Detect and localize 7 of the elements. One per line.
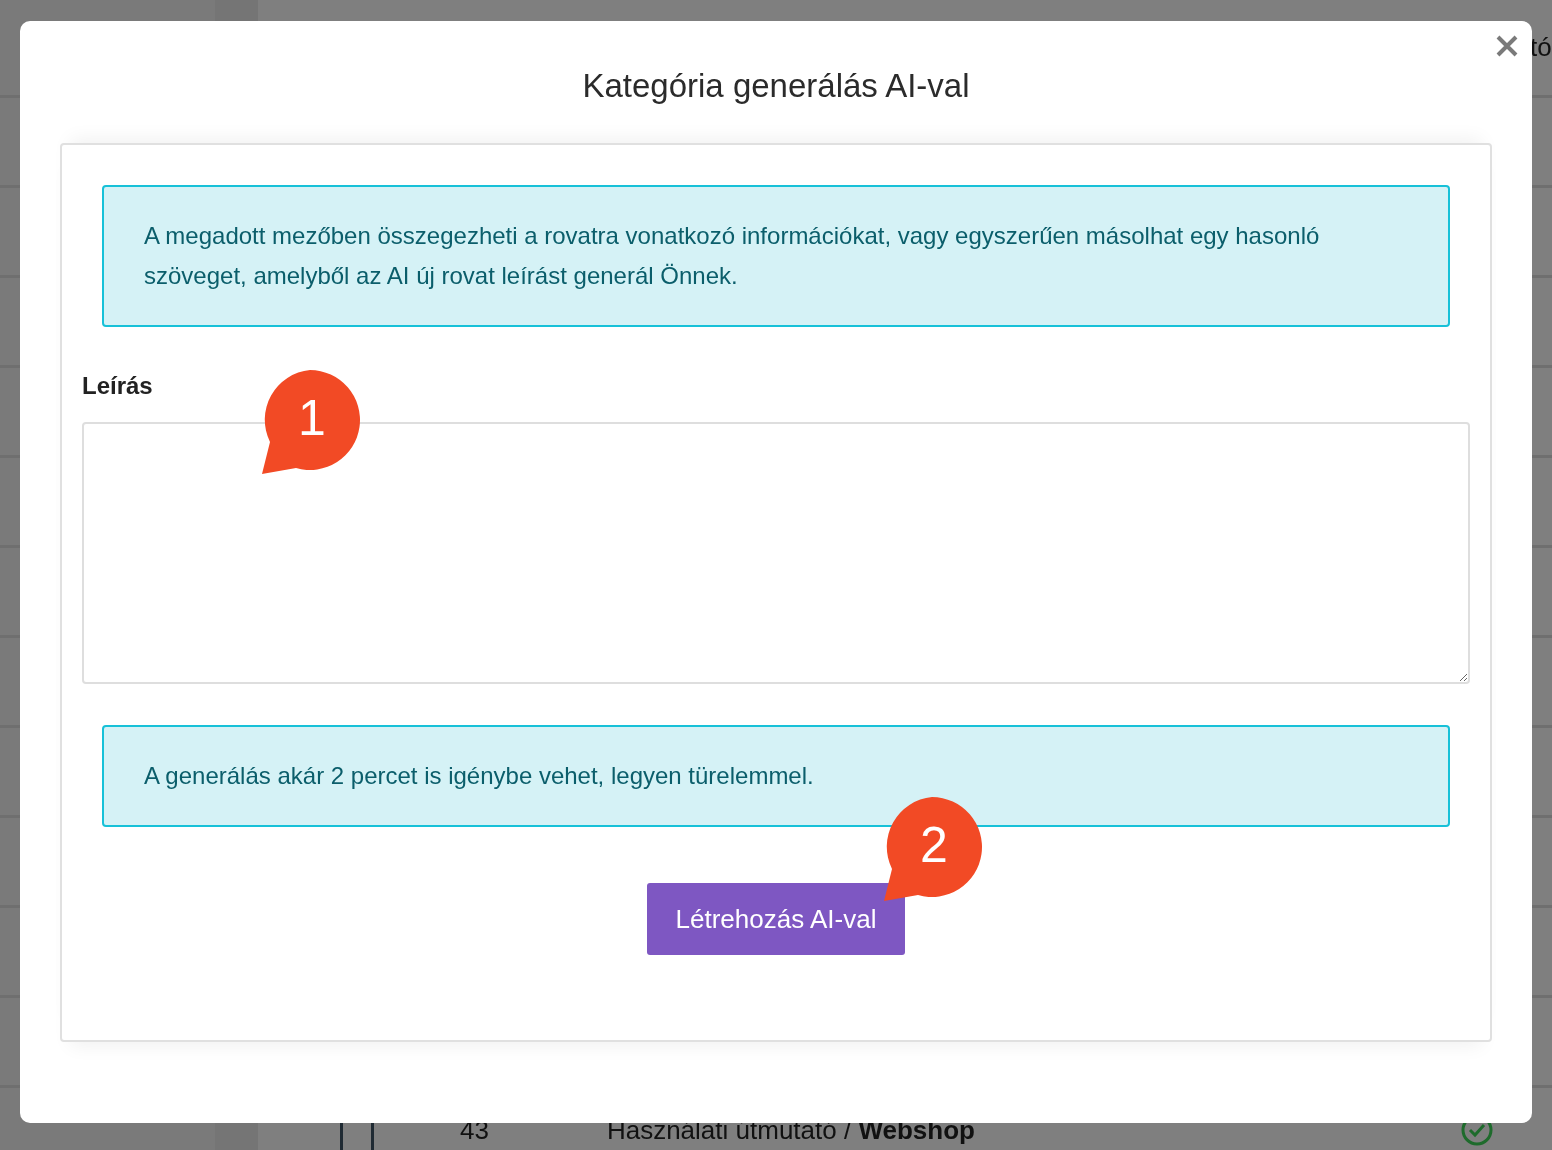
modal-title: Kategória generálás AI-val — [582, 67, 970, 105]
close-button[interactable] — [1494, 33, 1520, 59]
create-button[interactable]: Létrehozás AI-val — [647, 883, 905, 955]
field-label: Leírás — [82, 372, 154, 400]
header-text: tó — [1530, 32, 1552, 63]
info-text: A megadott mezőben összegezheti a rovatra vonatkozó információkat, vagy egyszerűen másolhat egy hasonló szöveget, amelyből az AI új rovat leírást generál Önnek. — [144, 221, 1321, 291]
info-text: A generálás akár 2 percet is igénybe vehet, legyen türelemmel. — [144, 761, 815, 791]
